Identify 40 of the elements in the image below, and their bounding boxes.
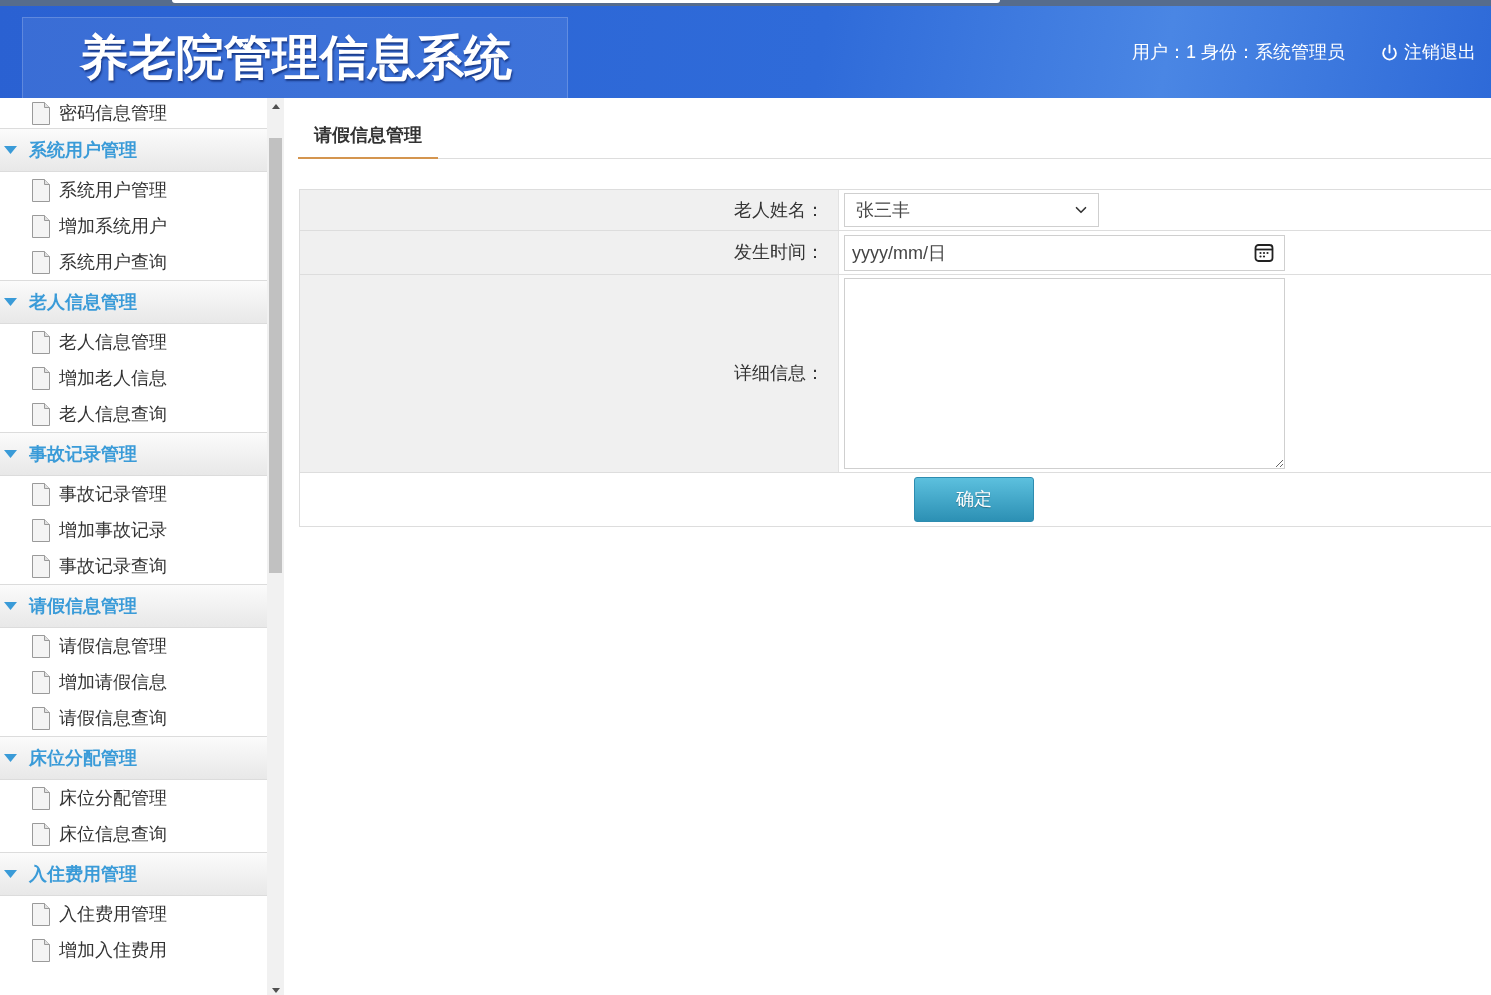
document-icon	[32, 938, 50, 962]
caret-down-icon	[4, 146, 17, 154]
document-icon	[32, 670, 50, 694]
scrollbar-track[interactable]	[267, 98, 284, 995]
elder-name-select[interactable]: 张三丰	[844, 193, 1099, 227]
document-icon	[32, 250, 50, 274]
document-icon	[32, 554, 50, 578]
document-icon	[32, 822, 50, 846]
caret-down-icon	[4, 450, 17, 458]
calendar-icon[interactable]	[1254, 242, 1274, 263]
system-title: 养老院管理信息系统	[80, 34, 512, 82]
document-icon	[32, 214, 50, 238]
document-icon	[32, 706, 50, 730]
user-info: 用户：1 身份：系统管理员	[1132, 40, 1345, 64]
page-tab[interactable]: 请假信息管理	[298, 114, 438, 159]
field-label: 发生时间：	[734, 241, 824, 264]
details-textarea[interactable]	[844, 278, 1285, 469]
power-icon	[1381, 43, 1398, 61]
scrollbar-thumb[interactable]	[269, 138, 282, 573]
caret-down-icon	[4, 870, 17, 878]
field-label: 老人姓名：	[734, 198, 824, 222]
address-field[interactable]	[172, 0, 1000, 3]
scroll-down-icon[interactable]	[271, 988, 280, 993]
logout-button[interactable]: 注销退出	[1381, 38, 1476, 66]
document-icon	[32, 786, 50, 810]
caret-down-icon	[4, 298, 17, 306]
caret-down-icon	[4, 754, 17, 762]
scroll-up-icon[interactable]	[271, 104, 280, 109]
field-label: 详细信息：	[734, 362, 824, 385]
caret-down-icon	[4, 602, 17, 610]
document-icon	[32, 482, 50, 506]
document-icon	[32, 178, 50, 202]
document-icon	[32, 330, 50, 354]
document-icon	[32, 634, 50, 658]
document-icon	[32, 518, 50, 542]
document-icon	[32, 366, 50, 390]
date-input[interactable]: yyyy/mm/日	[844, 234, 1285, 271]
document-icon	[32, 902, 50, 926]
document-icon	[32, 101, 50, 125]
document-icon	[32, 402, 50, 426]
